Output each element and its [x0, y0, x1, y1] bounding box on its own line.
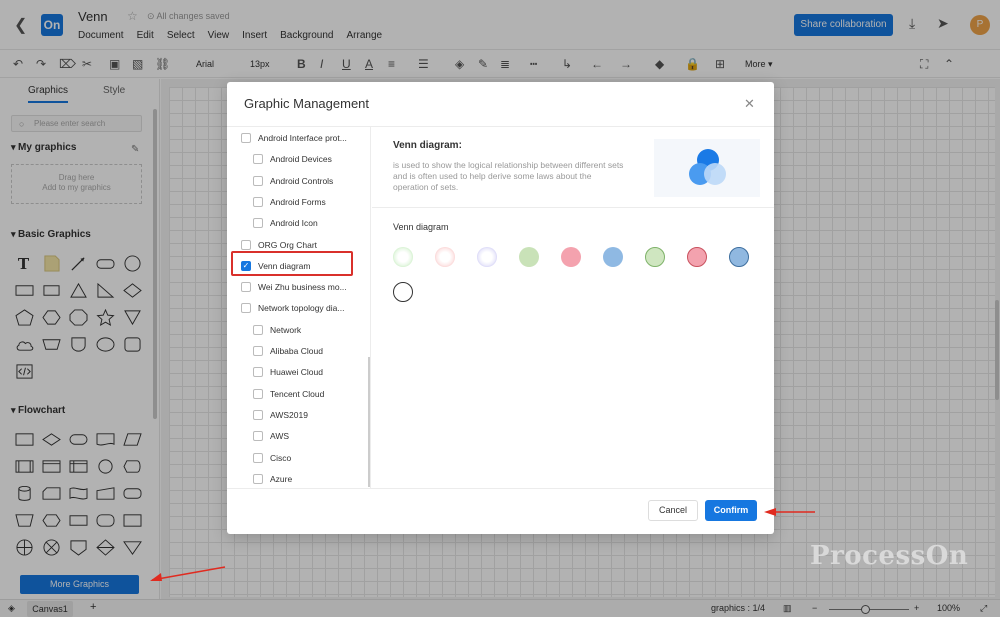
- annotation-arrows: [150, 508, 815, 581]
- processon-watermark: ProcessOn: [810, 541, 969, 571]
- arrow-to-more-graphics: [150, 566, 226, 581]
- arrow-to-confirm: [764, 508, 815, 516]
